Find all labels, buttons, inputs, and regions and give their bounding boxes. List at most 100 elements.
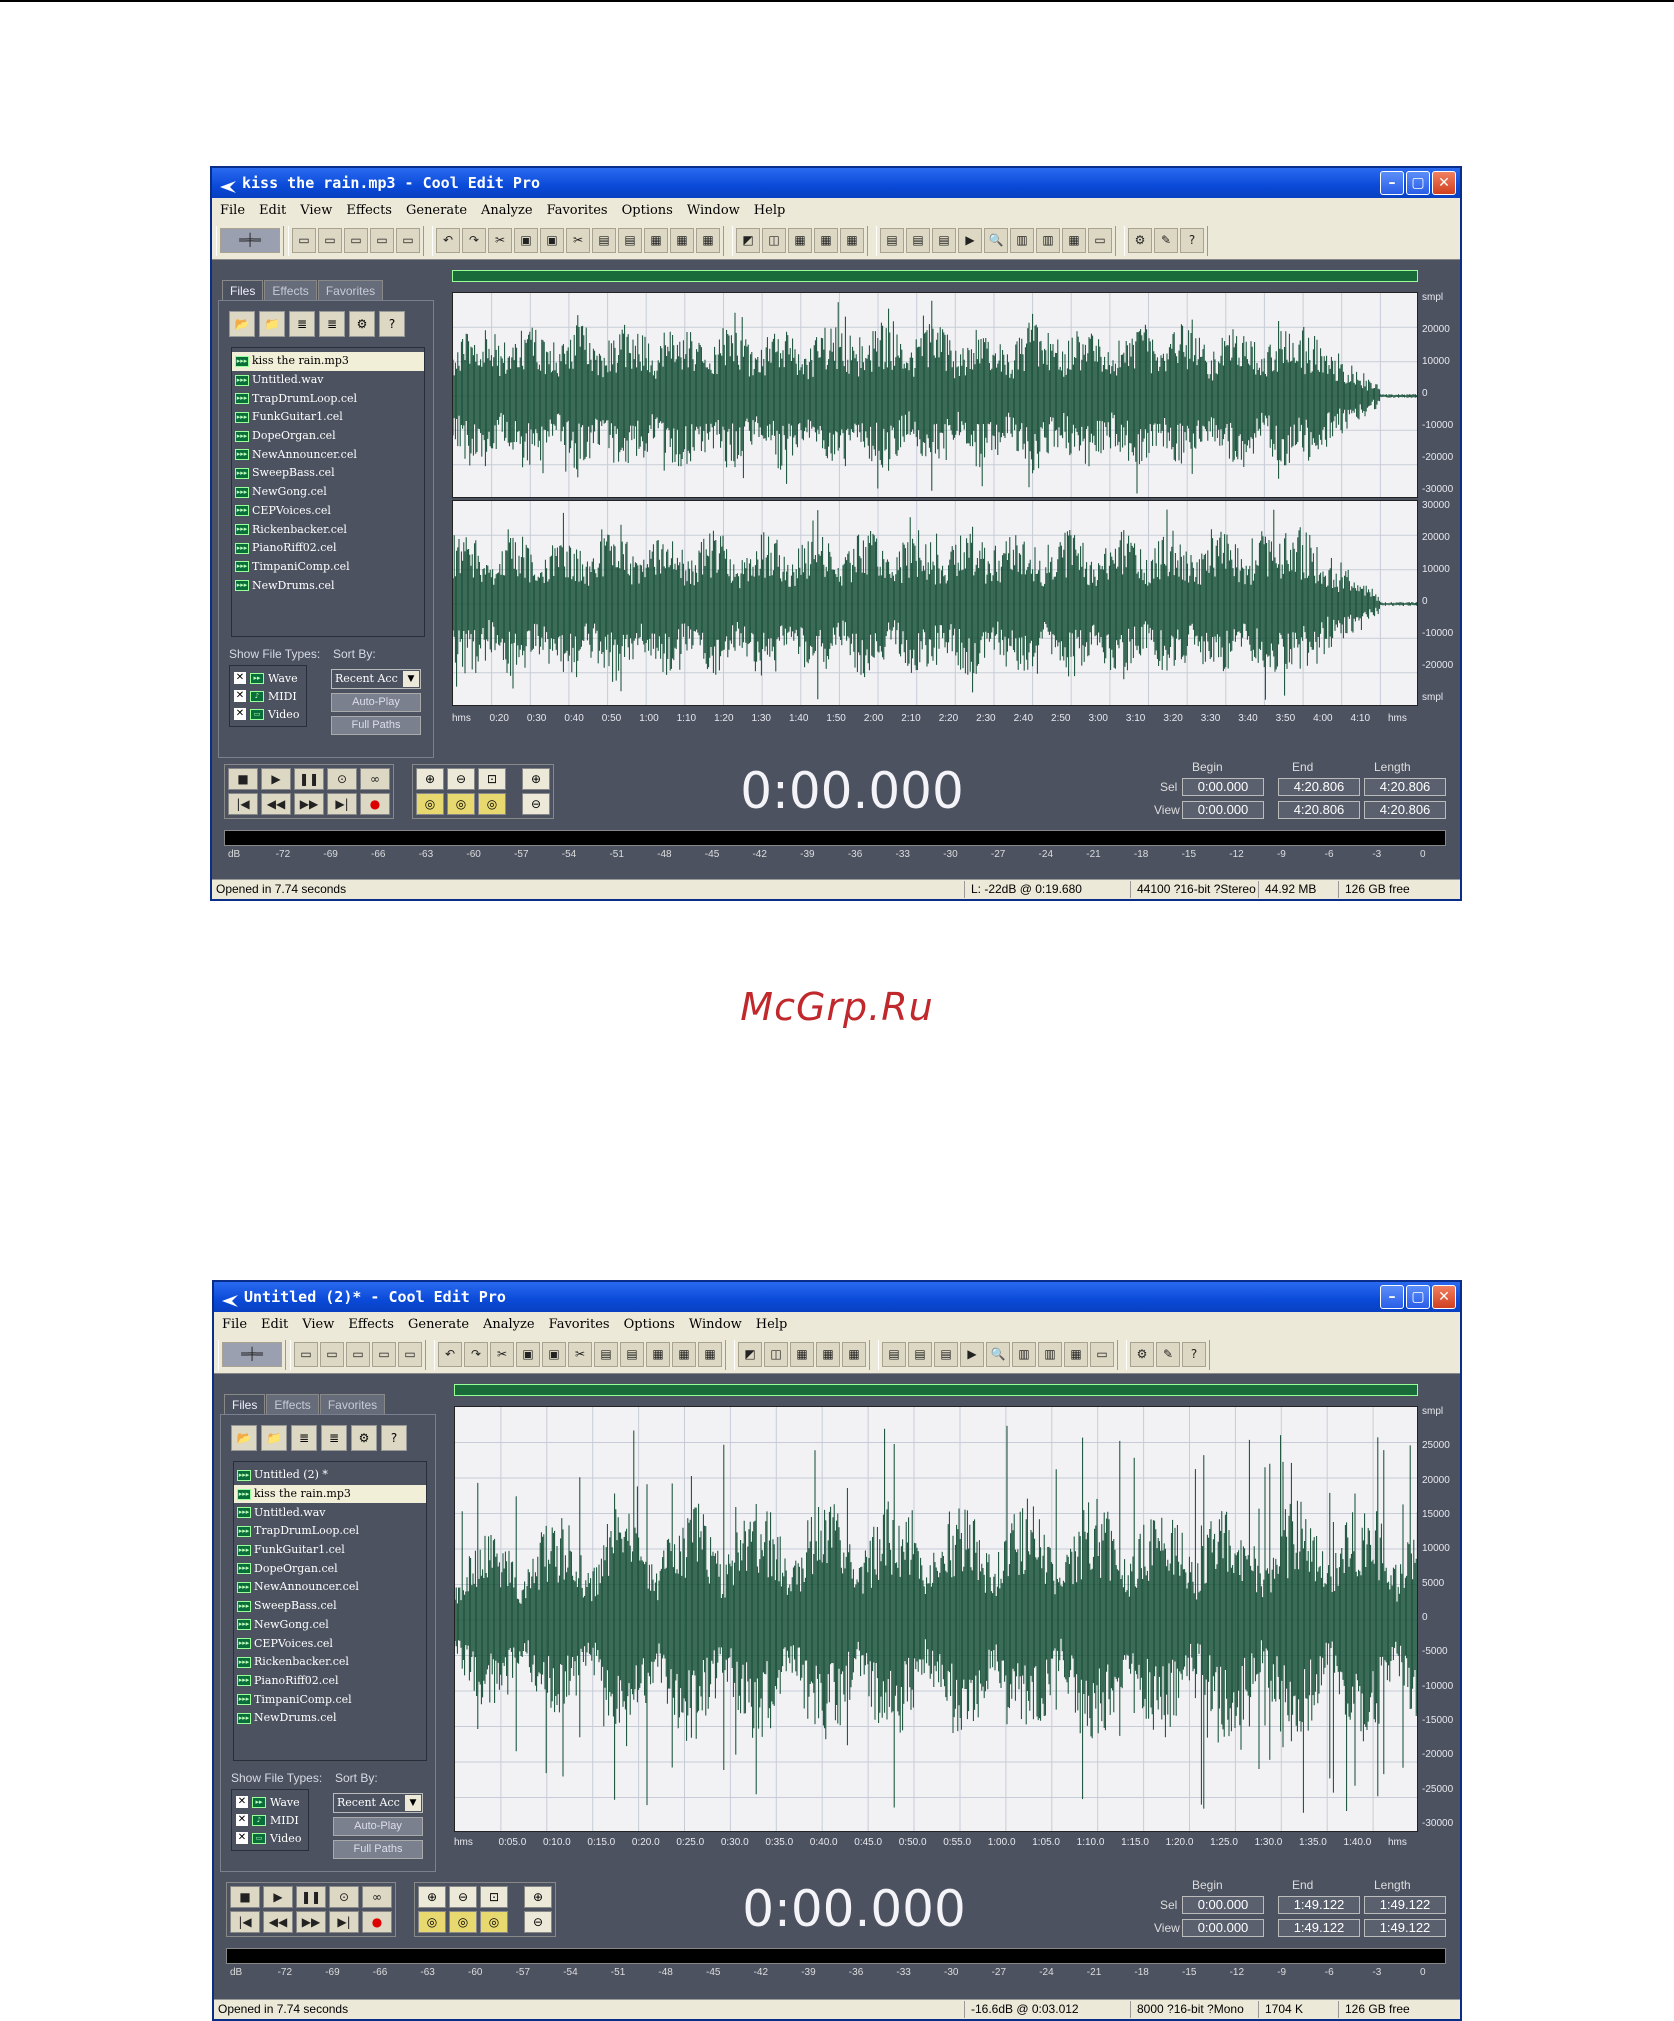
full-paths-button[interactable]: Full Paths: [331, 716, 421, 735]
toolbar-tool-icon[interactable]: ▥: [1010, 228, 1034, 253]
tab-favorites[interactable]: Favorites: [317, 280, 384, 300]
sort-by-select[interactable]: Recent Acc ▼: [333, 1793, 423, 1813]
sel-end-field[interactable]: 1:49.122: [1278, 1896, 1360, 1914]
menu-window[interactable]: Window: [687, 203, 740, 218]
tab-favorites[interactable]: Favorites: [319, 1394, 386, 1414]
view-end-field[interactable]: 1:49.122: [1278, 1919, 1360, 1937]
toolbar-tool-icon[interactable]: ✂: [488, 228, 512, 253]
toolbar-tool-icon[interactable]: ▭: [396, 228, 420, 253]
menu-edit[interactable]: Edit: [259, 203, 286, 218]
toolbar-tool-icon[interactable]: ⚙: [1130, 1342, 1154, 1367]
menu-effects[interactable]: Effects: [346, 203, 392, 218]
chevron-down-icon[interactable]: ▼: [405, 1795, 421, 1811]
close-file-icon[interactable]: ≣: [289, 311, 315, 337]
toolbar-tool-icon[interactable]: ▶: [960, 1342, 984, 1367]
zoom-to-selection-icon[interactable]: ◎: [416, 793, 444, 815]
tab-files[interactable]: Files: [224, 1394, 266, 1414]
toolbar-tool-icon[interactable]: ▤: [932, 228, 956, 253]
chevron-down-icon[interactable]: ▼: [403, 671, 419, 687]
file-list[interactable]: ▸▸▸ Untitled (2) * ▸▸▸ kiss the rain.mp3 ▸▸▸…: [233, 1461, 427, 1761]
zoom-in-vertical-icon[interactable]: ⊕: [522, 768, 550, 790]
zoom-out-icon[interactable]: ⊖: [449, 1886, 477, 1908]
checkbox-checked-icon[interactable]: ✕: [236, 1832, 248, 1844]
toolbar-tool-icon[interactable]: ↶: [436, 228, 460, 253]
zoom-left-icon[interactable]: ◎: [449, 1911, 477, 1933]
checkbox-checked-icon[interactable]: ✕: [234, 672, 246, 684]
overview-bar[interactable]: [452, 270, 1418, 282]
checkbox-checked-icon[interactable]: ✕: [236, 1814, 248, 1826]
file-list-item[interactable]: ▸▸▸ NewGong.cel: [232, 483, 424, 502]
rewind-icon[interactable]: ◀◀: [263, 1911, 293, 1933]
zoom-left-icon[interactable]: ◎: [447, 793, 475, 815]
play-icon[interactable]: ▶: [263, 1886, 293, 1908]
file-list-item[interactable]: ▸▸▸ TrapDrumLoop.cel: [232, 389, 424, 408]
file-list-item[interactable]: ▸▸▸ DopeOrgan.cel: [232, 427, 424, 446]
menu-generate[interactable]: Generate: [408, 1317, 469, 1332]
pause-icon[interactable]: ❚❚: [294, 768, 324, 790]
fast-forward-icon[interactable]: ▶▶: [296, 1911, 326, 1933]
file-list-item[interactable]: ▸▸▸ FunkGuitar1.cel: [232, 408, 424, 427]
options-icon[interactable]: ⚙: [349, 311, 375, 337]
multitrack-toggle-button[interactable]: ═╪═: [220, 228, 280, 253]
open-file-icon[interactable]: 📂: [229, 311, 255, 337]
play-icon[interactable]: ▶: [261, 768, 291, 790]
maximize-icon[interactable]: ▢: [1406, 171, 1430, 195]
file-list-item[interactable]: ▸▸▸ TimpaniComp.cel: [232, 558, 424, 577]
left-channel-plot[interactable]: [452, 292, 1418, 498]
file-list-item[interactable]: ▸▸▸ kiss the rain.mp3: [234, 1484, 426, 1504]
filter-midi-checkbox[interactable]: ✕ ♪ MIDI: [234, 687, 302, 705]
file-list-item[interactable]: ▸▸▸ CEPVoices.cel: [232, 502, 424, 521]
menu-view[interactable]: View: [300, 203, 332, 218]
file-list-item[interactable]: ▸▸▸ NewAnnouncer.cel: [234, 1578, 426, 1597]
toolbar-tool-icon[interactable]: ▦: [814, 228, 838, 253]
toolbar-tool-icon[interactable]: ↶: [438, 1342, 462, 1367]
zoom-out-vertical-icon[interactable]: ⊖: [522, 793, 550, 815]
toolbar-tool-icon[interactable]: ◩: [738, 1342, 762, 1367]
file-list-item[interactable]: ▸▸▸ PianoRiff02.cel: [232, 539, 424, 558]
view-begin-field[interactable]: 0:00.000: [1182, 801, 1264, 819]
file-list-item[interactable]: ▸▸▸ Untitled (2) *: [234, 1466, 426, 1485]
file-list-item[interactable]: ▸▸▸ TimpaniComp.cel: [234, 1690, 426, 1709]
zoom-in-icon[interactable]: ⊕: [416, 768, 444, 790]
toolbar-tool-icon[interactable]: ▭: [320, 1342, 344, 1367]
help-icon[interactable]: ?: [379, 311, 405, 337]
overview-bar[interactable]: [454, 1384, 1418, 1396]
file-list-item[interactable]: ▸▸▸ NewDrums.cel: [234, 1709, 426, 1728]
toolbar-tool-icon[interactable]: ▦: [644, 228, 668, 253]
sel-begin-field[interactable]: 0:00.000: [1182, 1896, 1264, 1914]
toolbar-tool-icon[interactable]: ◫: [762, 228, 786, 253]
right-channel-plot[interactable]: [452, 500, 1418, 706]
toolbar-tool-icon[interactable]: ▭: [346, 1342, 370, 1367]
fast-forward-icon[interactable]: ▶▶: [294, 793, 324, 815]
tab-effects[interactable]: Effects: [266, 1394, 319, 1414]
filter-wave-checkbox[interactable]: ✕ ▸▸ Wave: [234, 669, 302, 687]
toolbar-tool-icon[interactable]: ▤: [906, 228, 930, 253]
file-list-item[interactable]: ▸▸▸ FunkGuitar1.cel: [234, 1541, 426, 1560]
toolbar-tool-icon[interactable]: ▦: [1062, 228, 1086, 253]
toolbar-tool-icon[interactable]: ▦: [698, 1342, 722, 1367]
go-to-end-icon[interactable]: ▶|: [327, 793, 357, 815]
play-to-end-icon[interactable]: ⊙: [327, 768, 357, 790]
close-icon[interactable]: ✕: [1432, 171, 1456, 195]
toolbar-tool-icon[interactable]: ▶: [958, 228, 982, 253]
menu-help[interactable]: Help: [756, 1317, 788, 1332]
sort-by-select[interactable]: Recent Acc ▼: [331, 669, 421, 689]
sel-begin-field[interactable]: 0:00.000: [1182, 778, 1264, 796]
import-icon[interactable]: 📁: [261, 1425, 287, 1451]
toolbar-tool-icon[interactable]: ▦: [816, 1342, 840, 1367]
waveform-display[interactable]: smpl 20000 10000 0 -10000 -20000 -30000 30000 20…: [440, 260, 1460, 742]
toolbar-tool-icon[interactable]: ▭: [292, 228, 316, 253]
toolbar-tool-icon[interactable]: ▦: [1064, 1342, 1088, 1367]
toolbar-tool-icon[interactable]: ?: [1182, 1342, 1206, 1367]
toolbar-tool-icon[interactable]: ▤: [594, 1342, 618, 1367]
close-icon[interactable]: ✕: [1432, 1285, 1456, 1309]
loop-icon[interactable]: ∞: [362, 1886, 392, 1908]
zoom-full-icon[interactable]: ⊡: [480, 1886, 508, 1908]
import-icon[interactable]: 📁: [259, 311, 285, 337]
view-length-field[interactable]: 4:20.806: [1364, 801, 1446, 819]
file-list-item[interactable]: ▸▸▸ TrapDrumLoop.cel: [234, 1522, 426, 1541]
toolbar-tool-icon[interactable]: ▥: [1036, 228, 1060, 253]
toolbar-tool-icon[interactable]: ▤: [934, 1342, 958, 1367]
help-icon[interactable]: ?: [381, 1425, 407, 1451]
checkbox-checked-icon[interactable]: ✕: [234, 690, 246, 702]
